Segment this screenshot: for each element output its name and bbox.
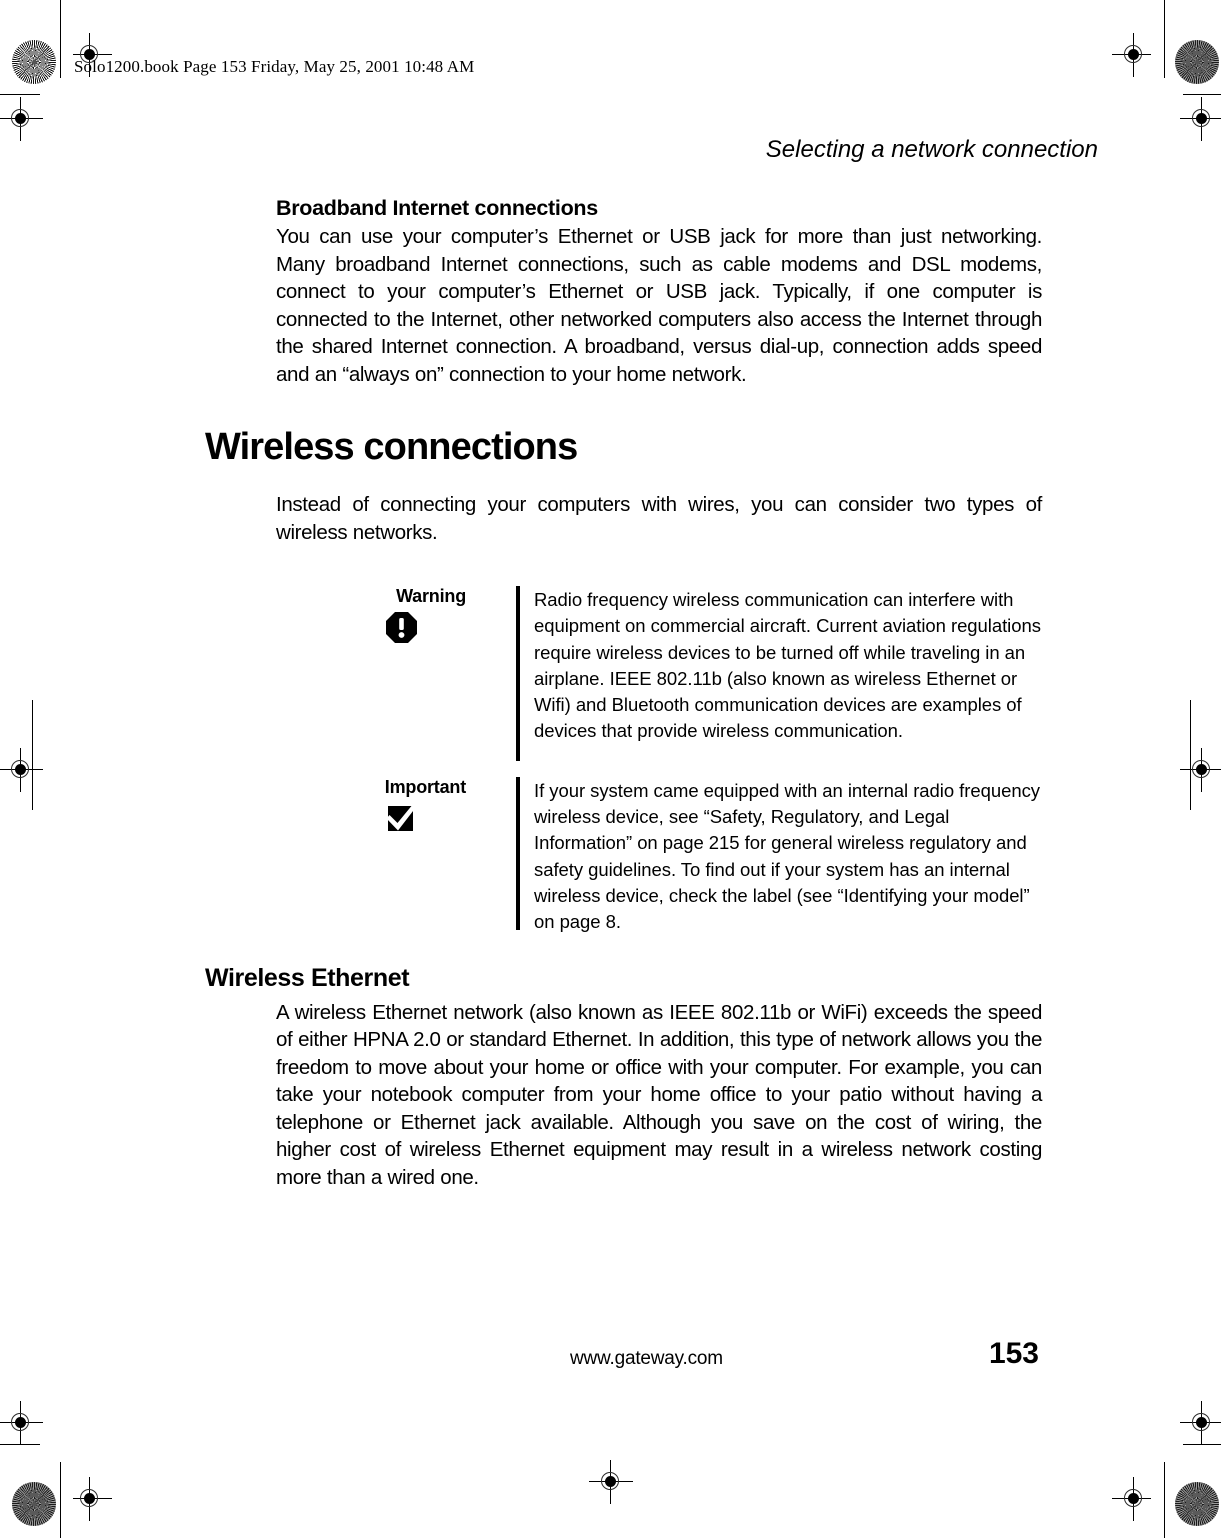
- crop-line-bottom-right-horizontal: [1183, 1444, 1221, 1445]
- crop-line-top-right-horizontal: [1183, 94, 1221, 95]
- registration-mark-bottom-left: [73, 1477, 112, 1521]
- callout-warning-divider: [516, 586, 520, 761]
- callout-warning: Warning Radio frequency wireless communi…: [276, 586, 1042, 761]
- crop-line-bottom-right-vertical: [1164, 1462, 1165, 1538]
- registration-mark-upper-left-edge: [0, 97, 43, 141]
- callout-warning-label: Warning: [396, 586, 466, 606]
- crop-line-bottom-left-vertical: [60, 1462, 61, 1538]
- section-paragraph-wireless-ethernet: A wireless Ethernet network (also known …: [276, 1000, 1042, 1189]
- important-checkmark-icon: [385, 802, 418, 835]
- callout-important-label: Important: [384, 776, 466, 797]
- registration-mark-lower-left-edge: [0, 1401, 43, 1445]
- star-target-mark-bottom-left: [12, 1482, 56, 1526]
- running-head: Selecting a network connection: [765, 136, 1098, 163]
- callout-important: Important If your system came equipped w…: [276, 776, 1042, 936]
- callout-warning-icon-wrap: [276, 611, 466, 644]
- registration-mark-bottom-center: [589, 1460, 633, 1504]
- page-content: Broadband Internet connections You can u…: [205, 196, 1045, 1191]
- crop-line-top-left-vertical: [60, 0, 61, 78]
- registration-mark-top-right: [1112, 33, 1151, 77]
- registration-mark-right-middle: [1180, 748, 1221, 792]
- callout-warning-text: Radio frequency wireless communication c…: [534, 589, 1041, 742]
- section-heading-broadband: Broadband Internet connections: [276, 196, 598, 220]
- crop-line-top-left-horizontal: [0, 94, 40, 95]
- manual-page: Solo1200.book Page 153 Friday, May 25, 2…: [0, 0, 1221, 1538]
- callout-warning-label-column: Warning: [276, 586, 466, 644]
- callout-important-icon-wrap: [276, 802, 466, 835]
- registration-mark-lower-right-edge: [1180, 1401, 1221, 1445]
- callout-important-text: If your system came equipped with an int…: [534, 779, 1040, 933]
- footer-page-number: 153: [988, 1337, 1039, 1370]
- section-paragraph-wireless-connections: Instead of connecting your computers wit…: [276, 493, 1042, 544]
- section-heading-wireless-ethernet: Wireless Ethernet: [205, 963, 410, 992]
- page-title-wireless-connections: Wireless connections: [205, 426, 578, 468]
- warning-octagon-icon: [385, 611, 418, 644]
- section-paragraph-broadband: You can use your computer’s Ethernet or …: [276, 225, 1042, 386]
- footer-url: www.gateway.com: [570, 1348, 723, 1369]
- star-target-mark-top-right: [1175, 40, 1219, 84]
- registration-mark-left-middle: [0, 748, 43, 792]
- callout-important-label-column: Important: [276, 777, 466, 835]
- star-target-mark-top-left: [12, 40, 56, 84]
- registration-mark-bottom-right: [1112, 1477, 1151, 1521]
- star-target-mark-bottom-right: [1175, 1482, 1219, 1526]
- file-stamp: Solo1200.book Page 153 Friday, May 25, 2…: [74, 57, 475, 76]
- registration-mark-upper-right-edge: [1180, 97, 1221, 141]
- callout-important-divider: [516, 776, 520, 930]
- crop-line-top-right-vertical: [1164, 0, 1165, 78]
